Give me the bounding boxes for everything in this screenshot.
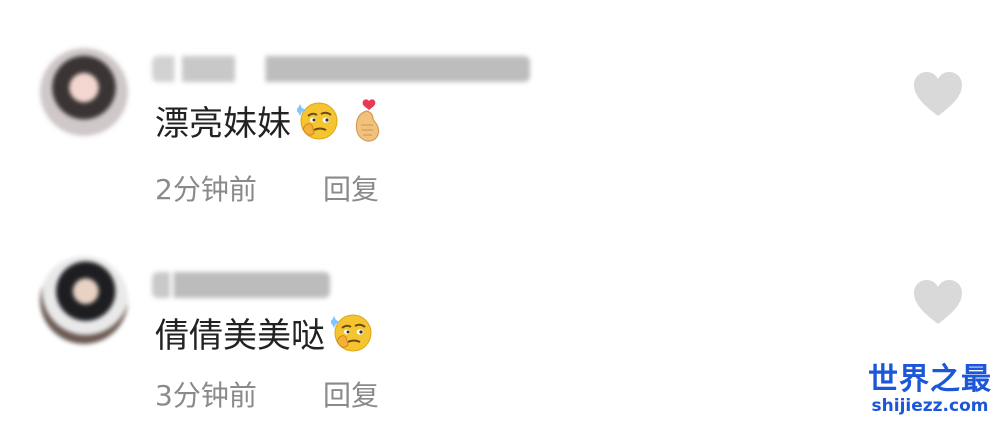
watermark-title: 世界之最 — [868, 362, 992, 397]
comment-item: 漂亮妹妹 2分钟前 回复 — [0, 40, 1000, 240]
heart-icon — [914, 72, 962, 116]
username-blurred[interactable] — [152, 56, 530, 82]
like-button[interactable] — [912, 70, 964, 118]
like-button[interactable] — [912, 278, 964, 326]
comment-item: 倩倩美美哒 3分钟前 回复 — [0, 248, 1000, 448]
finger-heart-emoji — [347, 97, 387, 145]
watermark: 世界之最 shijiezz.com — [868, 362, 992, 417]
comment-text: 倩倩美美哒 — [155, 316, 325, 356]
reply-button[interactable]: 回复 — [323, 374, 379, 414]
avatar[interactable] — [40, 256, 128, 344]
comment-text: 漂亮妹妹 — [155, 104, 291, 144]
reply-button[interactable]: 回复 — [323, 168, 379, 208]
watermark-url: shijiezz.com — [871, 396, 989, 416]
thinking-face-emoji — [297, 99, 341, 143]
username-blurred[interactable] — [152, 272, 330, 298]
heart-icon — [914, 280, 962, 324]
comment-content: 漂亮妹妹 — [155, 96, 387, 145]
comment-time: 2分钟前 — [155, 173, 257, 206]
avatar[interactable] — [40, 48, 128, 136]
thinking-face-emoji — [331, 311, 375, 355]
comment-content: 倩倩美美哒 — [155, 308, 375, 357]
comment-time: 3分钟前 — [155, 379, 257, 412]
